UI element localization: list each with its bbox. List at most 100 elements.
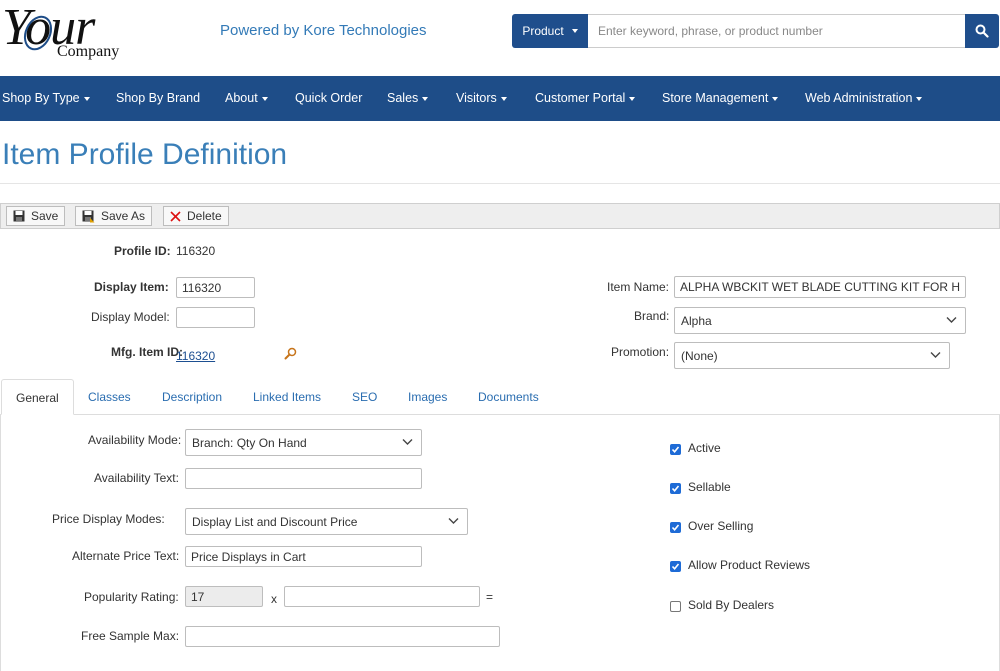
availability-text-label: Availability Text:	[94, 471, 179, 485]
promotion-label: Promotion:	[611, 345, 670, 359]
price-display-modes-value: Display List and Discount Price	[192, 514, 358, 529]
brand-select[interactable]: Alpha	[674, 307, 966, 334]
nav-sales[interactable]: Sales	[387, 76, 429, 121]
search-button[interactable]	[965, 14, 999, 48]
search-type-dropdown[interactable]: Product	[512, 14, 588, 48]
brand-label: Brand:	[634, 309, 670, 323]
save-as-button[interactable]: Save As	[75, 206, 153, 226]
brand-select-value: Alpha	[681, 313, 712, 328]
search-bar: Product	[512, 14, 999, 48]
chevron-down-icon	[402, 439, 413, 445]
display-item-field[interactable]	[176, 277, 255, 298]
search-input[interactable]	[588, 14, 965, 48]
alternate-price-text-field[interactable]	[185, 546, 422, 567]
save-button[interactable]: Save	[6, 206, 66, 226]
close-icon	[170, 210, 181, 222]
powered-by-text: Powered by Kore Technologies	[220, 22, 427, 39]
flag-label: Active	[688, 441, 721, 455]
divider	[0, 183, 1000, 184]
chevron-down-icon	[261, 96, 268, 101]
chevron-down-icon	[571, 29, 578, 33]
availability-mode-value: Branch: Qty On Hand	[192, 435, 307, 450]
price-display-modes-label: Price Display Modes:	[52, 512, 165, 526]
display-model-field[interactable]	[176, 307, 255, 328]
flag-checkbox[interactable]	[670, 522, 681, 533]
chevron-down-icon	[448, 518, 459, 524]
flag-checkbox[interactable]	[670, 483, 681, 494]
multiply-symbol: x	[271, 592, 277, 606]
nav-label: Visitors	[456, 91, 497, 105]
save-as-icon	[82, 210, 95, 222]
popularity-rating-label: Popularity Rating:	[84, 590, 179, 604]
flag-label: Allow Product Reviews	[688, 558, 811, 572]
chevron-down-icon	[83, 96, 90, 101]
chevron-down-icon	[930, 352, 941, 358]
delete-label: Delete	[187, 209, 222, 223]
nav-quick-order[interactable]: Quick Order	[295, 76, 362, 121]
nav-customer-portal[interactable]: Customer Portal	[535, 76, 636, 121]
check-icon	[671, 485, 680, 493]
nav-shop-by-type[interactable]: Shop By Type	[2, 76, 90, 121]
flag-label: Sellable	[688, 480, 731, 494]
nav-label: Web Administration	[805, 91, 913, 105]
main-nav: Shop By Type Shop By Brand About Quick O…	[0, 76, 1000, 121]
tab-documents[interactable]: Documents	[478, 379, 539, 415]
alternate-price-text-label: Alternate Price Text:	[72, 549, 180, 563]
popularity-rating-field	[185, 586, 263, 607]
display-model-label: Display Model:	[91, 310, 170, 324]
price-display-modes-select[interactable]: Display List and Discount Price	[185, 508, 468, 535]
nav-label: Sales	[387, 91, 419, 105]
magnifier-icon[interactable]	[284, 347, 297, 360]
save-label: Save	[31, 209, 59, 223]
flag-checkbox[interactable]	[670, 601, 681, 612]
promotion-select-value: (None)	[681, 348, 718, 363]
tab-general[interactable]: General	[1, 379, 74, 415]
delete-button[interactable]: Delete	[163, 206, 229, 226]
availability-text-field[interactable]	[185, 468, 422, 489]
logo-swoosh-icon	[23, 15, 53, 51]
nav-label: Quick Order	[295, 91, 363, 105]
equals-symbol: =	[486, 590, 494, 604]
tab-classes[interactable]: Classes	[88, 379, 131, 415]
chevron-down-icon	[916, 96, 923, 101]
page-title: Item Profile Definition	[2, 138, 288, 171]
nav-store-management[interactable]: Store Management	[662, 76, 779, 121]
check-icon	[671, 446, 680, 454]
nav-shop-by-brand[interactable]: Shop By Brand	[116, 76, 200, 121]
flag-label: Sold By Dealers	[688, 598, 775, 612]
nav-label: Shop By Brand	[116, 91, 201, 105]
availability-mode-label: Availability Mode:	[88, 433, 182, 447]
nav-label: Store Management	[662, 91, 769, 105]
availability-mode-select[interactable]: Branch: Qty On Hand	[185, 429, 422, 456]
tab-seo[interactable]: SEO	[352, 379, 377, 415]
search-type-label: Product	[522, 24, 564, 38]
promotion-select[interactable]: (None)	[674, 342, 950, 369]
tab-linked-items[interactable]: Linked Items	[253, 379, 321, 415]
free-sample-max-field[interactable]	[185, 626, 500, 647]
check-icon	[671, 563, 680, 571]
logo-subtext: Company	[57, 43, 120, 60]
profile-id-label: Profile ID:	[114, 244, 171, 258]
item-name-label: Item Name:	[607, 280, 670, 294]
toolbar: Save Save As Delete	[0, 203, 1000, 229]
chevron-down-icon	[629, 96, 636, 101]
item-name-field[interactable]	[674, 276, 966, 298]
nav-visitors[interactable]: Visitors	[456, 76, 507, 121]
flag-checkbox[interactable]	[670, 444, 681, 455]
nav-about[interactable]: About	[225, 76, 268, 121]
chevron-down-icon	[772, 96, 779, 101]
profile-id-value: 116320	[176, 244, 216, 258]
floppy-disk-icon	[13, 210, 25, 222]
flag-checkbox[interactable]	[670, 561, 681, 572]
search-icon	[975, 24, 989, 38]
nav-label: About	[225, 91, 258, 105]
chevron-down-icon	[500, 96, 507, 101]
chevron-down-icon	[946, 317, 957, 323]
popularity-multiplier-field[interactable]	[284, 586, 480, 607]
chevron-down-icon	[422, 96, 429, 101]
tab-description[interactable]: Description	[162, 379, 222, 415]
tab-images[interactable]: Images	[408, 379, 447, 415]
mfg-item-id-link[interactable]: 116320	[176, 349, 215, 363]
nav-label: Shop By Type	[2, 91, 80, 105]
nav-web-administration[interactable]: Web Administration	[805, 76, 923, 121]
